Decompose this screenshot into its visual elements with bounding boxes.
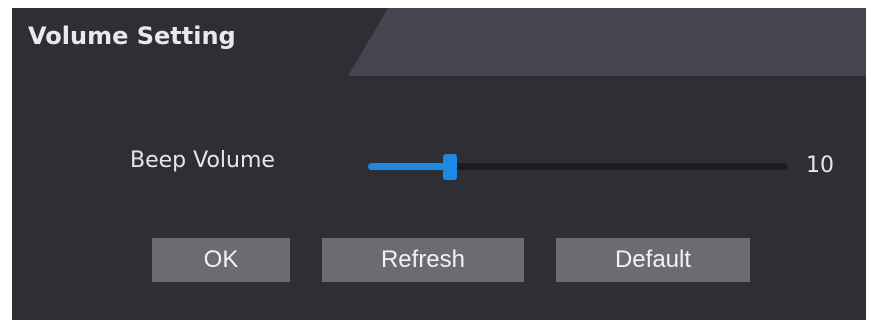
page-title: Volume Setting	[28, 22, 236, 50]
refresh-button[interactable]: Refresh	[322, 238, 524, 282]
beep-volume-label: Beep Volume	[130, 148, 275, 173]
slider-fill	[368, 163, 450, 170]
beep-volume-value: 10	[806, 153, 834, 178]
beep-volume-slider[interactable]	[368, 152, 788, 182]
ok-button[interactable]: OK	[152, 238, 290, 282]
default-button[interactable]: Default	[556, 238, 750, 282]
slider-thumb[interactable]	[443, 154, 457, 180]
